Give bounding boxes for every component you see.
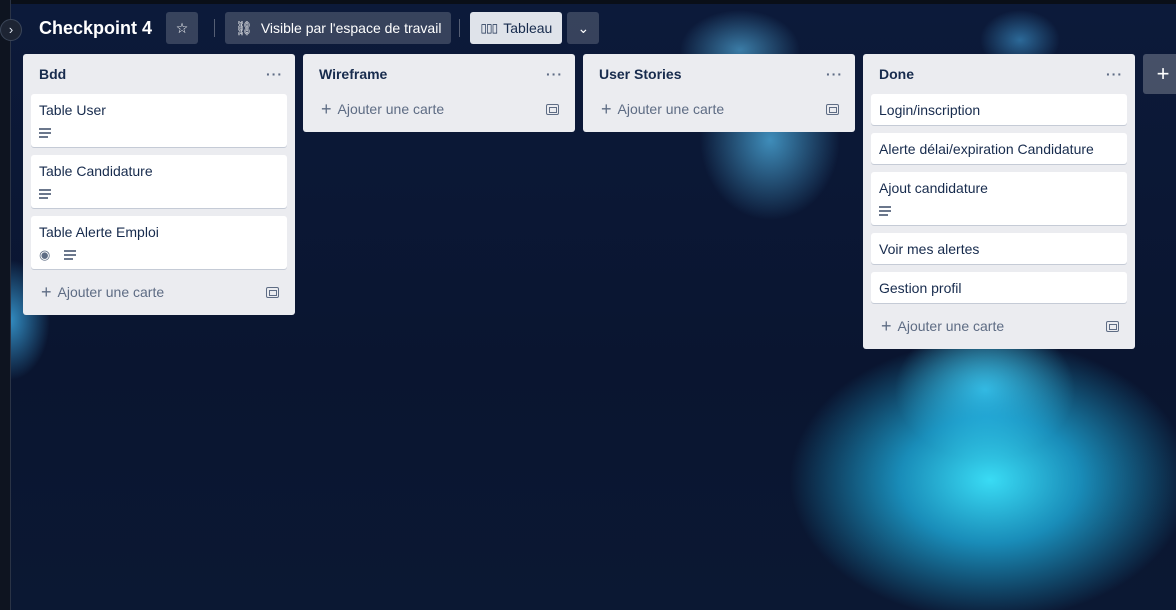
list-menu-icon[interactable]: ··· — [826, 66, 843, 82]
plus-icon: + — [41, 282, 52, 302]
list-title[interactable]: Bdd — [39, 66, 66, 82]
list-header: Wireframe ··· — [311, 54, 567, 94]
card-title: Gestion profil — [879, 280, 962, 296]
list-bdd: Bdd ··· Table User Table Candidature Tab… — [23, 54, 295, 315]
card[interactable]: Table Alerte Emploi ◉ — [31, 216, 287, 269]
workspace-visibility-icon: ⛓ — [235, 19, 253, 36]
card-title: Alerte délai/expiration Candidature — [879, 141, 1094, 157]
card[interactable]: Table User — [31, 94, 287, 147]
add-card-label: Ajouter une carte — [57, 284, 165, 300]
list-wireframe: Wireframe ··· + Ajouter une carte — [303, 54, 575, 132]
list-menu-icon[interactable]: ··· — [546, 66, 563, 82]
board-view-label: Tableau — [503, 20, 553, 36]
list-menu-icon[interactable]: ··· — [1106, 66, 1123, 82]
board-title[interactable]: Checkpoint 4 — [39, 18, 152, 39]
card[interactable]: Table Candidature — [31, 155, 287, 208]
description-icon — [64, 250, 77, 260]
sidebar-collapsed — [0, 0, 11, 610]
card-badges — [39, 125, 279, 141]
header-divider — [214, 19, 216, 37]
card[interactable]: Gestion profil — [871, 272, 1127, 303]
list-menu-icon[interactable]: ··· — [266, 66, 283, 82]
card[interactable]: Login/inscription — [871, 94, 1127, 125]
card-title: Table Candidature — [39, 163, 153, 179]
description-icon — [39, 189, 51, 199]
board-header: Checkpoint 4 ☆ ⛓ Visible par l'espace de… — [11, 4, 1176, 52]
card-template-icon[interactable] — [826, 103, 839, 115]
add-card-label: Ajouter une carte — [897, 318, 1005, 334]
plus-icon: + — [601, 99, 612, 119]
description-icon — [879, 206, 891, 216]
plus-icon: + — [321, 99, 332, 119]
view-switcher-button[interactable]: ⌄ — [567, 12, 600, 44]
card-title: Table User — [39, 102, 106, 118]
card[interactable]: Voir mes alertes — [871, 233, 1127, 264]
visibility-button[interactable]: ⛓ Visible par l'espace de travail — [225, 12, 452, 44]
card-title: Voir mes alertes — [879, 241, 980, 257]
card-title: Table Alerte Emploi — [39, 224, 159, 240]
add-list-button[interactable]: + — [1143, 54, 1176, 94]
add-card-label: Ajouter une carte — [617, 101, 725, 117]
chevron-right-icon: › — [8, 22, 14, 37]
add-card-button[interactable]: + Ajouter une carte — [311, 94, 567, 124]
card-badges — [879, 203, 1119, 219]
description-icon — [39, 128, 51, 138]
card-badges: ◉ — [39, 247, 279, 263]
card[interactable]: Ajout candidature — [871, 172, 1127, 225]
card-template-icon[interactable] — [546, 103, 559, 115]
board-view-icon: ▯▯▯ — [480, 21, 498, 35]
add-card-button[interactable]: + Ajouter une carte — [871, 311, 1127, 341]
header-divider — [459, 19, 461, 37]
list-header: Done ··· — [871, 54, 1127, 94]
card-badges — [39, 186, 279, 202]
list-title[interactable]: Done — [879, 66, 914, 82]
list-title[interactable]: Wireframe — [319, 66, 387, 82]
visibility-label: Visible par l'espace de travail — [260, 20, 442, 36]
list-header: Bdd ··· — [31, 54, 287, 94]
plus-icon: + — [881, 316, 892, 336]
list-done: Done ··· Login/inscription Alerte délai/… — [863, 54, 1135, 349]
list-title[interactable]: User Stories — [599, 66, 681, 82]
card-template-icon[interactable] — [1106, 320, 1119, 332]
sidebar-expand-button[interactable]: › — [0, 19, 22, 41]
board-view-button[interactable]: ▯▯▯ Tableau — [470, 12, 563, 44]
card-title: Ajout candidature — [879, 180, 988, 196]
add-card-button[interactable]: + Ajouter une carte — [31, 277, 287, 307]
add-card-label: Ajouter une carte — [337, 101, 445, 117]
list-user-stories: User Stories ··· + Ajouter une carte — [583, 54, 855, 132]
card-title: Login/inscription — [879, 102, 981, 118]
plus-icon: + — [1156, 61, 1170, 86]
add-card-button[interactable]: + Ajouter une carte — [591, 94, 847, 124]
star-icon: ☆ — [175, 19, 189, 36]
list-header: User Stories ··· — [591, 54, 847, 94]
star-button[interactable]: ☆ — [166, 12, 199, 44]
chevron-down-icon: ⌄ — [577, 19, 590, 36]
card[interactable]: Alerte délai/expiration Candidature — [871, 133, 1127, 164]
card-template-icon[interactable] — [266, 286, 279, 298]
watching-eye-icon: ◉ — [39, 247, 51, 262]
